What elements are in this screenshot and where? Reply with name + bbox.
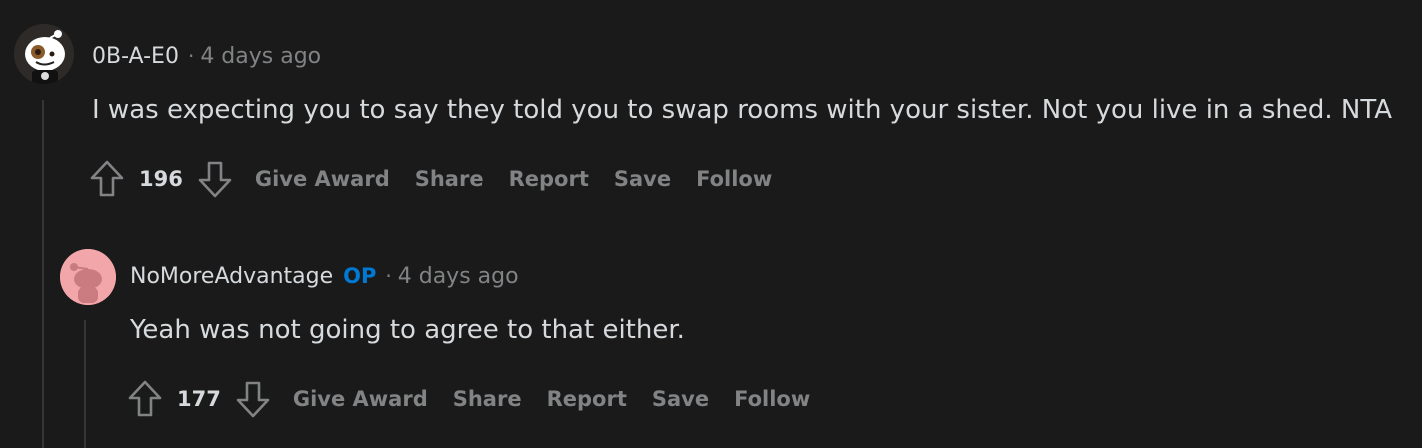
vote-score: 196 (139, 167, 183, 191)
op-badge: OP (343, 264, 377, 288)
separator-dot: · (385, 264, 392, 288)
snoo-avatar-icon (14, 24, 74, 84)
comment-meta: NoMoreAdvantage OP · 4 days ago (130, 264, 519, 289)
avatar[interactable] (14, 24, 74, 84)
upvote-icon[interactable] (127, 380, 163, 418)
username[interactable]: NoMoreAdvantage (130, 264, 333, 289)
report-button[interactable]: Report (509, 167, 589, 191)
comment-actions: 177 Give Award Share Report Save Follow (127, 380, 810, 418)
comment-body: I was expecting you to say they told you… (92, 95, 1393, 125)
username[interactable]: 0B-A-E0 (92, 44, 179, 69)
comment-thread: 0B-A-E0 · 4 days ago I was expecting you… (0, 0, 1422, 448)
default-snoo-icon (60, 249, 116, 305)
save-button[interactable]: Save (614, 167, 671, 191)
report-button[interactable]: Report (547, 387, 627, 411)
downvote-icon[interactable] (197, 160, 233, 198)
follow-button[interactable]: Follow (734, 387, 810, 411)
comment-actions: 196 Give Award Share Report Save Follow (89, 160, 772, 198)
separator-dot: · (187, 44, 195, 68)
thread-line[interactable] (42, 100, 44, 448)
share-button[interactable]: Share (453, 387, 522, 411)
give-award-button[interactable]: Give Award (293, 387, 428, 411)
downvote-icon[interactable] (235, 380, 271, 418)
comment-meta: 0B-A-E0 · 4 days ago (92, 44, 321, 69)
thread-line[interactable] (84, 320, 86, 448)
comment-body: Yeah was not going to agree to that eith… (130, 315, 685, 345)
save-button[interactable]: Save (652, 387, 709, 411)
upvote-icon[interactable] (89, 160, 125, 198)
timestamp[interactable]: 4 days ago (398, 264, 519, 289)
vote-score: 177 (177, 387, 221, 411)
follow-button[interactable]: Follow (696, 167, 772, 191)
avatar[interactable] (60, 249, 116, 305)
timestamp[interactable]: 4 days ago (200, 44, 321, 69)
share-button[interactable]: Share (415, 167, 484, 191)
give-award-button[interactable]: Give Award (255, 167, 390, 191)
